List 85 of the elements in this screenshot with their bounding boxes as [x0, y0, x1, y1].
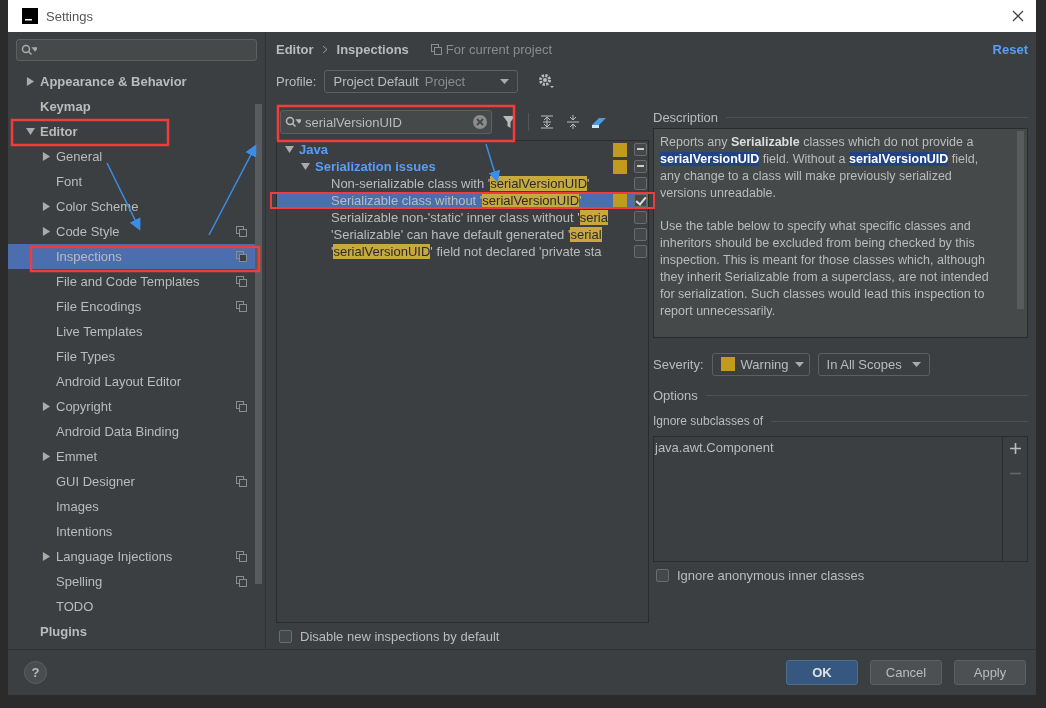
- collapsed-arrow-icon[interactable]: [41, 552, 51, 561]
- expanded-arrow-icon[interactable]: [284, 145, 294, 154]
- collapsed-arrow-icon[interactable]: [41, 202, 51, 211]
- settings-tree-item[interactable]: Spelling: [8, 569, 255, 594]
- settings-tree-item[interactable]: File Encodings: [8, 294, 255, 319]
- settings-tree-item[interactable]: Live Templates: [8, 319, 255, 344]
- settings-tree-item[interactable]: Android Layout Editor: [8, 369, 255, 394]
- add-icon[interactable]: [1009, 443, 1021, 454]
- settings-tree-item[interactable]: Intentions: [8, 519, 255, 544]
- settings-tree-item[interactable]: Editor: [8, 119, 255, 144]
- collapsed-arrow-icon[interactable]: [41, 227, 51, 236]
- section-title: Description: [653, 109, 719, 125]
- settings-tree-item[interactable]: TODO: [8, 594, 255, 619]
- search-icon: [21, 44, 37, 56]
- close-icon[interactable]: [1012, 10, 1024, 22]
- copy-icon: [430, 43, 442, 55]
- settings-tree-item[interactable]: General: [8, 144, 255, 169]
- description-text: Reports any Serializable classes which do not provide a serialVersionUID field. Without a serialVersionUID field, any change to a class will make previously serialized versions unreadable.: [660, 134, 980, 202]
- inspection-row[interactable]: Java: [277, 141, 648, 158]
- breadcrumb-item: Editor: [276, 41, 314, 57]
- checkbox[interactable]: [634, 245, 647, 258]
- scope-dropdown[interactable]: In All Scopes: [817, 352, 930, 376]
- expanded-arrow-icon[interactable]: [25, 127, 35, 136]
- inspection-row[interactable]: 'Serializable' can have default generated 'serial: [277, 226, 648, 243]
- description-text: Use the table below to specify what specific classes and inheritors should be excluded from being checked by this inspection. This is meant for those classes which, although they inherit Serializable from a superclass, are not intended for serialization. Such classes would lead this inspection to report unnecessarily.: [660, 218, 990, 320]
- checkbox-label: Disable new inspections by default: [300, 628, 500, 644]
- settings-tree-item[interactable]: File and Code Templates: [8, 269, 255, 294]
- expand-all-icon[interactable]: [539, 114, 555, 130]
- clear-icon[interactable]: [473, 115, 487, 129]
- settings-tree-item[interactable]: GUI Designer: [8, 469, 255, 494]
- inspection-row[interactable]: Serializable non-'static' inner class without 'seria: [277, 209, 648, 226]
- settings-tree-item[interactable]: Plugins: [8, 619, 255, 644]
- settings-tree-item[interactable]: Keymap: [8, 94, 255, 119]
- search-highlight: serial: [570, 227, 602, 242]
- collapsed-arrow-icon[interactable]: [41, 452, 51, 461]
- dialog-button[interactable]: Cancel: [870, 660, 942, 685]
- chevron-icon: [321, 44, 329, 54]
- checkbox[interactable]: [634, 160, 647, 173]
- reset-link[interactable]: Reset: [992, 41, 1028, 57]
- settings-tree-item[interactable]: Font: [8, 169, 255, 194]
- collapse-all-icon[interactable]: [565, 114, 581, 130]
- settings-tree-item[interactable]: Images: [8, 494, 255, 519]
- checkbox[interactable]: [634, 228, 647, 241]
- inspection-row[interactable]: Serialization issues: [277, 158, 648, 175]
- caret-icon: [911, 361, 921, 367]
- expanded-arrow-icon[interactable]: [300, 162, 310, 171]
- dialog-button[interactable]: OK: [786, 660, 858, 685]
- section-title: Options: [653, 387, 698, 403]
- settings-tree-item[interactable]: File Types: [8, 344, 255, 369]
- collapsed-arrow-icon[interactable]: [25, 77, 35, 86]
- filter-field[interactable]: serialVersionUID: [280, 110, 492, 134]
- caret-icon: [500, 78, 510, 84]
- help-button[interactable]: ?: [24, 661, 47, 684]
- collapsed-arrow-icon[interactable]: [41, 152, 51, 161]
- severity-dropdown[interactable]: Warning: [711, 352, 810, 376]
- settings-tree-item[interactable]: Appearance & Behavior: [8, 69, 255, 94]
- settings-tree-item[interactable]: Copyright: [8, 394, 255, 419]
- severity-label: Severity:: [653, 356, 704, 372]
- breadcrumb-item: Inspections: [336, 41, 409, 57]
- dialog-button[interactable]: Apply: [954, 660, 1026, 685]
- settings-tree-item[interactable]: Language Injections: [8, 544, 255, 569]
- caret-icon: [794, 361, 804, 367]
- profile-label: Profile:: [276, 73, 317, 89]
- checkbox[interactable]: [634, 211, 647, 224]
- settings-icon[interactable]: [538, 73, 555, 89]
- inspection-row[interactable]: 'serialVersionUID' field not declared 'private sta: [277, 243, 648, 260]
- section-title: Ignore subclasses of: [653, 414, 764, 428]
- scrollbar[interactable]: [255, 104, 262, 584]
- checkbox[interactable]: [634, 143, 647, 156]
- search-field[interactable]: [16, 39, 257, 61]
- settings-tree-item[interactable]: Android Data Binding: [8, 419, 255, 444]
- list-item[interactable]: java.awt.Component: [655, 440, 1001, 455]
- checkbox[interactable]: [279, 629, 292, 643]
- app-logo-icon: [22, 8, 38, 24]
- settings-tree-item[interactable]: Code Style: [8, 219, 255, 244]
- checkbox[interactable]: [656, 568, 669, 582]
- collapsed-arrow-icon[interactable]: [41, 402, 51, 411]
- scope-note: For current project: [445, 41, 552, 57]
- profile-dropdown[interactable]: Project Default Project: [324, 69, 519, 93]
- checkbox[interactable]: [634, 177, 647, 190]
- checkbox[interactable]: [634, 194, 647, 207]
- search-icon: [285, 116, 301, 128]
- window-title: Settings: [46, 8, 93, 24]
- settings-tree-item[interactable]: Emmet: [8, 444, 255, 469]
- checkbox-label: Ignore anonymous inner classes: [677, 567, 865, 583]
